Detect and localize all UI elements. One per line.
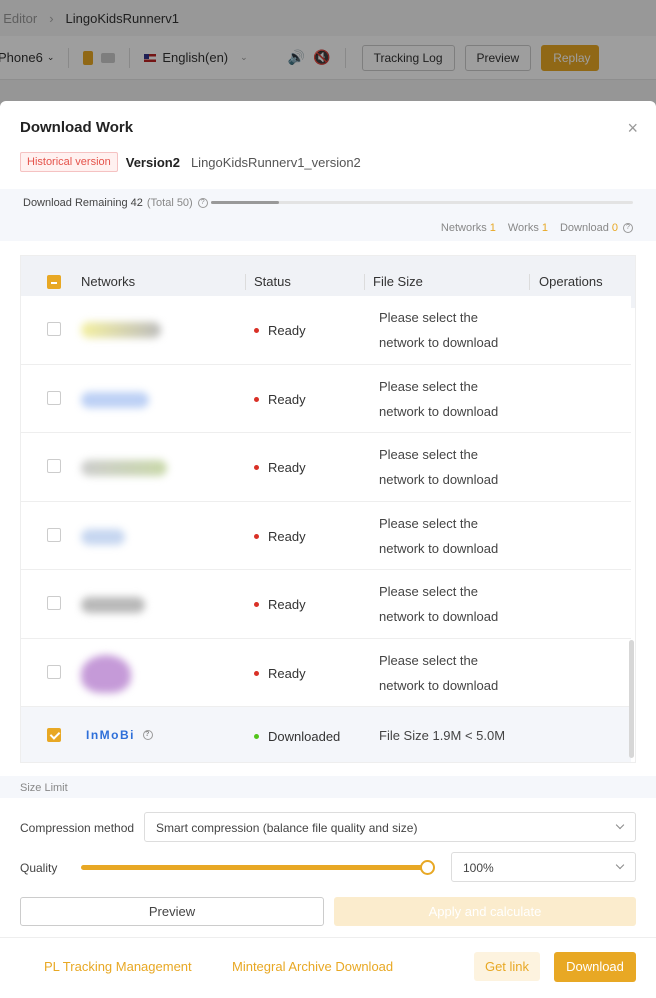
- network-logo: [81, 460, 167, 476]
- remaining-label: Download Remaining 42: [23, 197, 143, 209]
- file-size-text: Please select the network to download: [379, 310, 499, 350]
- compression-method-label: Compression method: [20, 821, 135, 835]
- ready-dot-icon: [254, 465, 259, 470]
- ready-dot-icon: [254, 396, 259, 402]
- ready-dot-icon: [254, 602, 259, 607]
- download-stats: Networks 1 Works 1 Download 0?: [441, 222, 633, 234]
- works-stat-label: Works: [507, 222, 539, 234]
- historical-version-tag: Historical version: [20, 152, 118, 172]
- ready-dot-icon: [254, 670, 259, 676]
- download-stat-label: Download: [559, 222, 609, 234]
- help-icon[interactable]: ?: [623, 223, 633, 233]
- header-file-size: File Size: [373, 274, 423, 289]
- table-row: Ready Please select the network to downl…: [21, 433, 631, 502]
- select-all-checkbox[interactable]: [47, 275, 61, 289]
- remaining-progress-bar: [211, 201, 633, 204]
- version-row: Historical version Version2 LingoKidsRun…: [20, 152, 361, 172]
- mintegral-archive-download-link[interactable]: Mintegral Archive Download: [232, 959, 393, 974]
- status-text: Ready: [268, 460, 306, 475]
- file-size-text: Please select the network to download: [379, 584, 499, 624]
- size-limit-band: [0, 776, 656, 798]
- download-stat-value: 0: [611, 222, 618, 234]
- table-row: Ready Please select the network to downl…: [21, 296, 631, 365]
- status-text: Ready: [268, 323, 306, 338]
- header-operations: Operations: [539, 274, 603, 289]
- status-text: Ready: [268, 665, 306, 681]
- chevron-down-icon: [615, 820, 625, 830]
- row-checkbox[interactable]: [47, 527, 61, 542]
- table-row: Ready Please select the network to downl…: [21, 501, 631, 570]
- file-size-text: File Size 1.9M < 5.0M: [379, 728, 506, 743]
- version-file-name: LingoKidsRunnerv1_version2: [190, 154, 361, 170]
- network-logo: [81, 528, 125, 545]
- quality-label: Quality: [20, 861, 58, 875]
- inmobi-logo: InMoBi: [86, 728, 135, 742]
- status-text: Ready: [268, 391, 306, 407]
- download-button[interactable]: Download: [554, 952, 636, 982]
- apply-and-calculate-button[interactable]: Apply and calculate: [334, 897, 636, 926]
- networks-table: Networks Status File Size Operations Rea…: [20, 255, 636, 763]
- table-scrollbar[interactable]: [629, 640, 634, 758]
- network-logo: [81, 597, 145, 613]
- row-checkbox[interactable]: [47, 390, 61, 405]
- status-text: Ready: [268, 528, 306, 544]
- file-size-text: Please select the network to download: [379, 378, 499, 419]
- file-size-text: Please select the network to download: [379, 652, 499, 693]
- row-checkbox[interactable]: [47, 728, 61, 742]
- row-checkbox[interactable]: [47, 322, 61, 336]
- help-icon[interactable]: ?: [143, 730, 153, 740]
- close-icon[interactable]: ×: [627, 119, 638, 137]
- remaining-progress-fill: [211, 201, 279, 204]
- status-text: Downloaded: [268, 729, 341, 744]
- preview-button[interactable]: Preview: [20, 897, 324, 926]
- pl-tracking-management-link[interactable]: PL Tracking Management: [44, 959, 192, 974]
- quality-value: 100%: [463, 861, 494, 875]
- quality-slider-handle[interactable]: [420, 860, 435, 875]
- remaining-total: (Total 50): [146, 197, 193, 209]
- get-link-button[interactable]: Get link: [474, 952, 540, 981]
- network-logo: [81, 391, 149, 408]
- modal-title: Download Work: [20, 119, 134, 136]
- version-name: Version2: [125, 154, 180, 170]
- quality-slider-track[interactable]: [81, 865, 431, 870]
- networks-stat-value: 1: [489, 222, 496, 234]
- table-row: Ready Please select the network to downl…: [21, 638, 631, 707]
- ready-dot-icon: [254, 328, 259, 333]
- compression-method-select[interactable]: Smart compression (balance file quality …: [144, 812, 636, 842]
- table-row: InMoBi? Downloaded File Size 1.9M < 5.0M: [21, 707, 631, 762]
- status-text: Ready: [268, 597, 306, 612]
- table-row: Ready Please select the network to downl…: [21, 570, 631, 639]
- download-remaining: Download Remaining 42 (Total 50) ?: [23, 197, 208, 209]
- row-checkbox[interactable]: [47, 664, 61, 679]
- table-row: Ready Please select the network to downl…: [21, 364, 631, 433]
- compression-method-value: Smart compression (balance file quality …: [156, 821, 418, 835]
- network-logo: [81, 322, 161, 338]
- ready-dot-icon: [254, 533, 259, 539]
- size-limit-label: Size Limit: [20, 782, 68, 794]
- header-networks: Networks: [81, 274, 136, 289]
- works-stat-value: 1: [541, 222, 548, 234]
- network-logo: [81, 654, 131, 693]
- chevron-down-icon: [615, 860, 625, 870]
- file-size-text: Please select the network to download: [379, 447, 499, 487]
- row-checkbox[interactable]: [47, 459, 61, 473]
- help-icon[interactable]: ?: [197, 198, 208, 208]
- quality-select[interactable]: 100%: [451, 852, 636, 882]
- row-checkbox[interactable]: [47, 596, 61, 610]
- downloaded-dot-icon: [254, 734, 259, 739]
- file-size-text: Please select the network to download: [379, 515, 499, 556]
- table-body: Ready Please select the network to downl…: [21, 296, 635, 762]
- header-status: Status: [254, 274, 291, 289]
- download-work-modal: Download Work × Historical version Versi…: [0, 101, 656, 998]
- networks-stat-label: Networks: [440, 222, 487, 234]
